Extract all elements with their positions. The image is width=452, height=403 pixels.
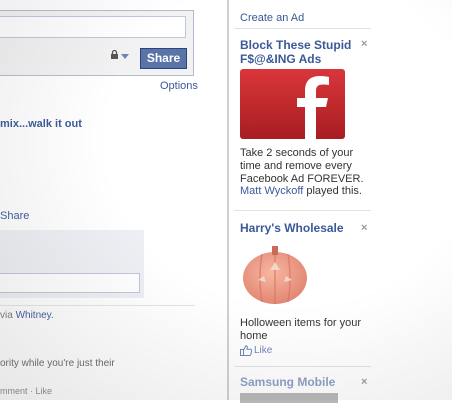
feed-divider (0, 305, 195, 306)
close-icon[interactable]: × (361, 222, 367, 234)
social-text: played this. (303, 185, 362, 197)
ad-title[interactable]: Samsung Mobile (240, 375, 335, 389)
via-prefix: via (0, 310, 16, 321)
ad-social-context: Matt Wyckoff played this. (240, 185, 362, 197)
post-snippet: ority while you're just their (0, 358, 115, 369)
ad-title-line1[interactable]: Block These Stupid (240, 38, 351, 52)
close-icon[interactable]: × (361, 38, 367, 50)
comment-like-links[interactable]: mment · Like (0, 386, 52, 396)
ad-divider (234, 366, 371, 367)
ad-title[interactable]: Block These Stupid F$@&ING Ads (240, 38, 351, 66)
comment-input[interactable] (0, 273, 140, 293)
ad-divider (234, 210, 371, 211)
ad-body: Holloween items for your home (240, 317, 362, 342)
thumbs-up-icon[interactable] (240, 345, 252, 356)
social-name[interactable]: Matt Wyckoff (240, 185, 303, 197)
ad-divider (234, 28, 371, 29)
via-attribution: via Whitney. (0, 310, 54, 321)
ad-body: Take 2 seconds of your time and remove e… (240, 147, 364, 185)
like-action[interactable]: Like (240, 345, 272, 356)
ad-title[interactable]: Harry's Wholesale (240, 221, 344, 235)
share-button[interactable]: Share (140, 48, 187, 69)
close-icon[interactable]: × (361, 376, 367, 388)
via-name[interactable]: Whitney. (16, 310, 54, 321)
options-link[interactable]: Options (160, 80, 198, 92)
status-input[interactable] (0, 16, 186, 38)
share-link[interactable]: Share (0, 210, 29, 222)
chevron-down-icon[interactable] (121, 54, 129, 59)
create-ad-link[interactable]: Create an Ad (240, 12, 304, 24)
ad-title-line2[interactable]: F$@&ING Ads (240, 52, 351, 66)
pumpkin-candle-icon[interactable] (240, 240, 310, 306)
lock-icon[interactable] (110, 50, 119, 59)
column-divider (227, 0, 229, 400)
facebook-logo-icon[interactable] (240, 69, 345, 139)
ad-image[interactable] (240, 393, 338, 403)
like-label[interactable]: Like (254, 345, 272, 356)
post-title[interactable]: mix...walk it out (0, 118, 82, 130)
